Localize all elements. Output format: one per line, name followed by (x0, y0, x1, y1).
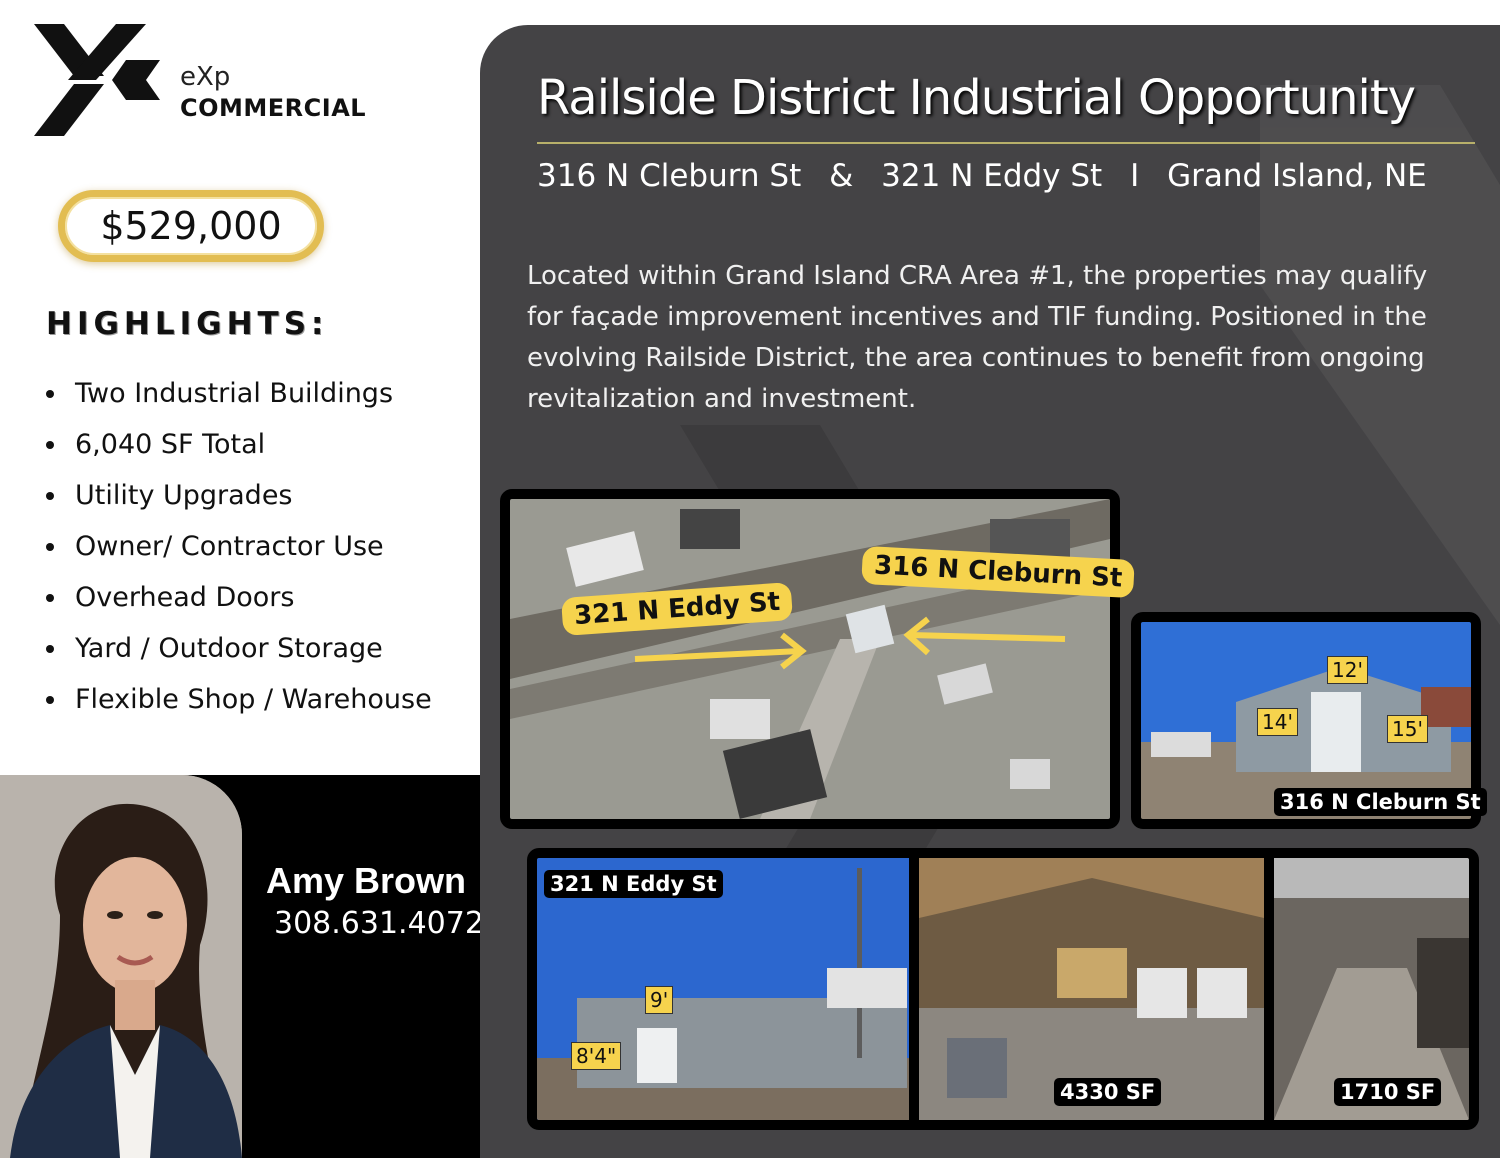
eddy-dim-left: 8'4" (571, 1042, 622, 1070)
title-divider (537, 142, 1475, 144)
list-item: Overhead Doors (46, 572, 432, 623)
highlights-list: Two Industrial Buildings 6,040 SF Total … (46, 368, 432, 725)
list-item: Owner/ Contractor Use (46, 521, 432, 572)
listing-address: 316 N Cleburn St & 321 N Eddy St I Grand… (537, 158, 1445, 194)
address-cleburn: 316 N Cleburn St (537, 158, 802, 194)
agent-portrait-icon (0, 775, 242, 1158)
address-separator: I (1130, 158, 1140, 194)
agent-photo (0, 775, 242, 1158)
bullet-icon (46, 644, 54, 653)
aerial-map-icon (510, 499, 1110, 819)
eddy-dim-top: 9' (645, 986, 674, 1014)
listing-title: Railside District Industrial Opportunity (537, 70, 1416, 126)
brand-exp: eXp (180, 62, 231, 92)
highlights-heading: HIGHLIGHTS: (46, 306, 329, 342)
address-eddy: 321 N Eddy St (881, 158, 1103, 194)
bullet-icon (46, 593, 54, 602)
bullet-icon (46, 440, 54, 449)
listing-description: Located within Grand Island CRA Area #1,… (527, 261, 1428, 414)
price-value: $529,000 (100, 204, 282, 248)
address-amp: & (829, 158, 854, 194)
list-item: Two Industrial Buildings (46, 368, 432, 419)
bullet-icon (46, 389, 54, 398)
bullet-icon (46, 542, 54, 551)
company-logo: eXp COMMERCIAL (34, 24, 367, 139)
brand-commercial: COMMERCIAL (180, 94, 367, 122)
exp-x-logo-icon (34, 24, 160, 136)
interior-1-label: 4330 SF (1054, 1078, 1162, 1106)
cleburn-photo-label: 316 N Cleburn St (1274, 788, 1487, 816)
bullet-icon (46, 491, 54, 500)
cleburn-dim-right: 15' (1387, 715, 1428, 743)
price-badge: $529,000 (58, 190, 324, 262)
eddy-photo-label: 321 N Eddy St (544, 870, 723, 898)
address-city: Grand Island, NE (1167, 158, 1427, 194)
interior-2-label: 1710 SF (1334, 1078, 1442, 1106)
agent-phone[interactable]: 308.631.4072 (274, 906, 484, 941)
list-item: Yard / Outdoor Storage (46, 623, 432, 674)
aerial-map-photo (500, 489, 1120, 829)
list-item: Utility Upgrades (46, 470, 432, 521)
list-item: 6,040 SF Total (46, 419, 432, 470)
cleburn-dim-top: 12' (1327, 656, 1368, 684)
bullet-icon (46, 695, 54, 704)
agent-name: Amy Brown (266, 860, 467, 901)
list-item: Flexible Shop / Warehouse (46, 674, 432, 725)
cleburn-dim-left: 14' (1257, 708, 1298, 736)
